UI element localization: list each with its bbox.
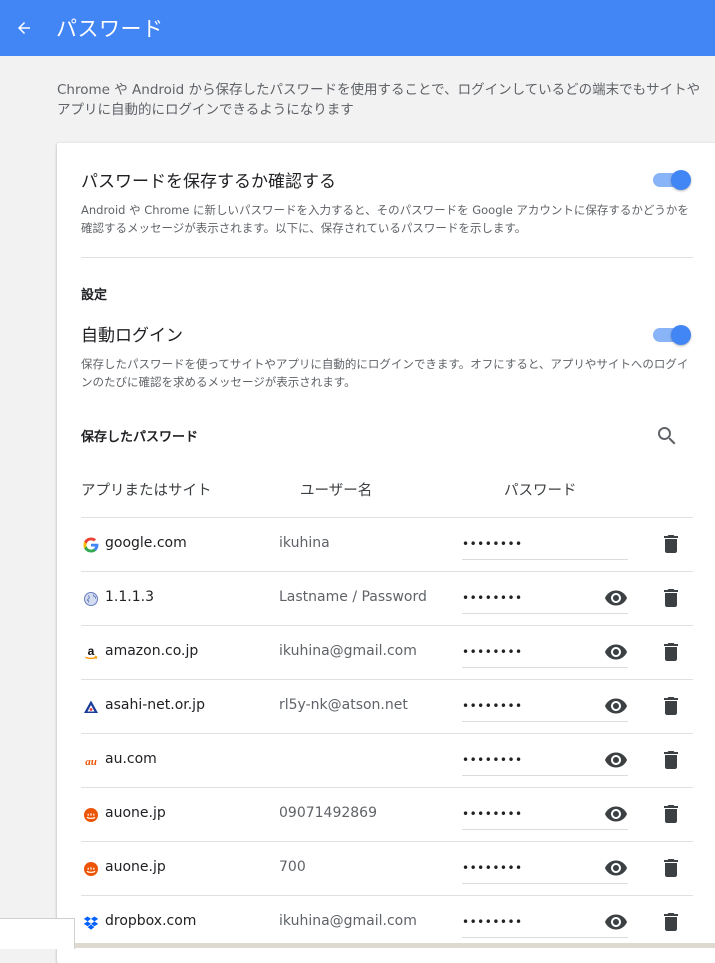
app-bar: パスワード: [0, 0, 715, 56]
table-row: a amazon.co.jp ikuhina@gmail.com ••••••••: [81, 625, 693, 680]
password-dots: ••••••••: [462, 645, 523, 659]
visibility-icon[interactable]: [604, 802, 628, 826]
username: Lastname / Password: [279, 589, 427, 605]
asahi-net-icon: [83, 699, 99, 715]
search-icon[interactable]: [655, 424, 679, 448]
delete-icon[interactable]: [659, 802, 683, 826]
intro-text: Chrome や Android から保存したパスワードを使用することで、ログイ…: [57, 82, 701, 118]
visibility-icon[interactable]: [604, 640, 628, 664]
amazon-icon: a: [83, 644, 99, 661]
site-name: dropbox.com: [105, 913, 197, 929]
visibility-icon[interactable]: [604, 856, 628, 880]
offer-save-title: パスワードを保存するか確認する: [81, 172, 336, 192]
site-name: google.com: [105, 535, 187, 551]
table-row: auone.jp 09071492869 ••••••••: [81, 787, 693, 842]
password-dots: ••••••••: [462, 915, 523, 929]
password-dots: ••••••••: [462, 699, 523, 713]
saved-passwords-label: 保存したパスワード: [81, 430, 199, 445]
column-header-username: ユーザー名: [300, 483, 373, 499]
auone-icon: [83, 861, 99, 877]
delete-icon[interactable]: [659, 532, 683, 556]
svg-text:a: a: [88, 645, 95, 658]
site-name: auone.jp: [105, 805, 166, 821]
site-name: asahi-net.or.jp: [105, 697, 205, 713]
table-row: asahi-net.or.jp rl5y-nk@atson.net ••••••••: [81, 679, 693, 734]
username: 09071492869: [279, 805, 377, 821]
password-dots: ••••••••: [462, 753, 523, 767]
password-dots: ••••••••: [462, 807, 523, 821]
username: ikuhina@gmail.com: [279, 643, 417, 659]
google-icon: [83, 537, 99, 553]
svg-text:au: au: [85, 756, 97, 768]
table-row: dropbox.com ikuhina@gmail.com ••••••••: [81, 895, 693, 950]
username: rl5y-nk@atson.net: [279, 697, 408, 713]
delete-icon[interactable]: [659, 694, 683, 718]
table-row: 1.1.1.3 Lastname / Password ••••••••: [81, 571, 693, 626]
bottom-strip: [75, 943, 715, 948]
site-name: au.com: [105, 751, 157, 767]
visibility-icon[interactable]: [604, 910, 628, 934]
offer-save-toggle[interactable]: [653, 170, 691, 190]
page-title: パスワード: [56, 17, 164, 41]
delete-icon[interactable]: [659, 640, 683, 664]
table-row: auone.jp 700 ••••••••: [81, 841, 693, 896]
auto-signin-description: 保存したパスワードを使ってサイトやアプリに自動的にログインできます。オフにすると…: [81, 357, 689, 389]
auto-signin-toggle[interactable]: [653, 325, 691, 345]
username: 700: [279, 859, 306, 875]
password-dots: ••••••••: [462, 537, 523, 551]
auto-signin-title: 自動ログイン: [81, 326, 183, 346]
auone-icon: [83, 807, 99, 823]
username: ikuhina@gmail.com: [279, 913, 417, 929]
table-row: au au.com ••••••••: [81, 733, 693, 788]
table-row: google.com ikuhina ••••••••: [81, 517, 693, 572]
visibility-icon[interactable]: [604, 748, 628, 772]
settings-label: 設定: [81, 288, 108, 303]
password-field[interactable]: ••••••••: [462, 529, 628, 560]
arrow-back-icon[interactable]: [12, 16, 36, 40]
site-name: 1.1.1.3: [105, 589, 154, 605]
bottom-panel: [0, 918, 75, 949]
column-header-site: アプリまたはサイト: [81, 483, 212, 499]
password-dots: ••••••••: [462, 591, 523, 605]
settings-card: パスワードを保存するか確認する Android や Chrome に新しいパスワ…: [57, 143, 715, 963]
delete-icon[interactable]: [659, 748, 683, 772]
delete-icon[interactable]: [659, 910, 683, 934]
visibility-icon[interactable]: [604, 694, 628, 718]
globe-icon: [83, 591, 99, 607]
delete-icon[interactable]: [659, 856, 683, 880]
offer-save-description: Android や Chrome に新しいパスワードを入力すると、そのパスワード…: [81, 203, 689, 235]
password-dots: ••••••••: [462, 861, 523, 875]
au-icon: au: [83, 753, 99, 769]
visibility-icon[interactable]: [604, 586, 628, 610]
dropbox-icon: [83, 915, 99, 931]
column-header-password: パスワード: [504, 483, 577, 499]
divider: [81, 257, 693, 258]
site-name: auone.jp: [105, 859, 166, 875]
username: ikuhina: [279, 535, 330, 551]
delete-icon[interactable]: [659, 586, 683, 610]
site-name: amazon.co.jp: [105, 643, 199, 659]
